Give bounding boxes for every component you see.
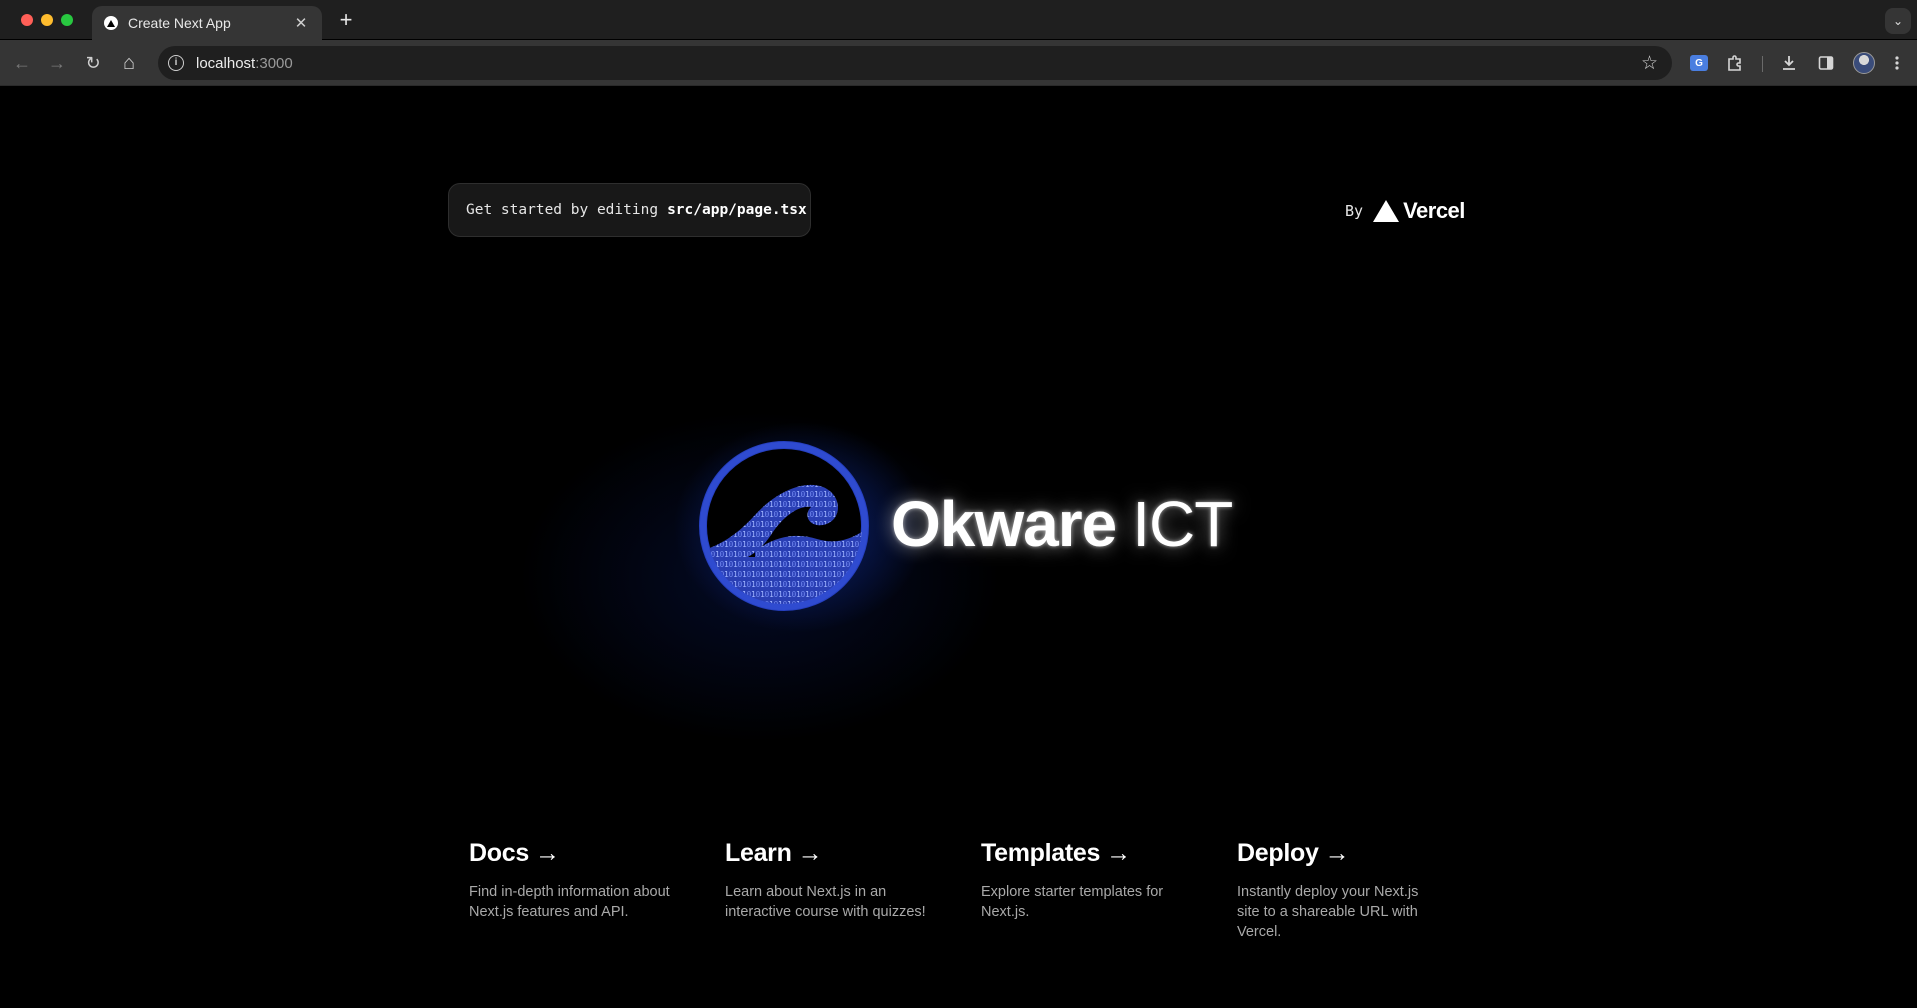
vercel-wordmark: Vercel	[1403, 198, 1465, 223]
puzzle-icon	[1728, 55, 1741, 71]
home-icon: ⌂	[122, 51, 136, 74]
get-started-hint: Get started by editing src/app/page.tsx	[448, 183, 811, 237]
tab-close-icon[interactable]: ✕	[292, 14, 310, 32]
brand-title: Okware ICT	[891, 487, 1233, 567]
extensions-button[interactable]	[1723, 51, 1747, 75]
card-docs[interactable]: Docs → Find in-depth information about Ne…	[452, 829, 692, 969]
arrow-left-icon: ←	[13, 52, 31, 73]
tab-search-button[interactable]: ⌄	[1885, 8, 1911, 34]
card-title-text: Learn	[725, 839, 792, 867]
reload-button[interactable]: ↻	[81, 51, 105, 75]
card-title: Learn →	[725, 839, 931, 868]
page-viewport: Get started by editing src/app/page.tsx …	[0, 87, 1917, 1008]
translate-button[interactable]: G	[1687, 51, 1711, 75]
card-title: Templates →	[981, 839, 1187, 868]
card-description: Explore starter templates for Next.js.	[981, 884, 1164, 920]
toolbar-separator	[1762, 56, 1763, 72]
card-description: Find in-depth information about Next.js …	[469, 884, 670, 920]
url-host: localhost	[196, 54, 256, 72]
by-vercel-link[interactable]: By Vercel	[1345, 196, 1465, 226]
card-description: Instantly deploy your Next.js site to a …	[1237, 884, 1419, 940]
translate-icon: G	[1690, 55, 1708, 71]
card-title-text: Templates	[981, 839, 1101, 867]
card-templates[interactable]: Templates → Explore starter templates for…	[964, 829, 1204, 969]
browser-tab[interactable]: Create Next App ✕	[92, 6, 322, 40]
arrow-right-icon: →	[797, 839, 823, 867]
card-description: Learn about Next.js in an interactive co…	[725, 884, 926, 920]
browser-toolbar: ← → ↻ ⌂ i localhost :3000 ☆ G	[0, 40, 1917, 86]
new-tab-button[interactable]: +	[334, 8, 358, 32]
sidebar-icon	[1818, 56, 1834, 70]
reload-icon: ↻	[85, 52, 101, 73]
by-label: By	[1345, 202, 1364, 220]
get-started-text: Get started by editing	[466, 202, 659, 218]
card-learn[interactable]: Learn → Learn about Next.js in an interac…	[708, 829, 948, 969]
card-title-text: Docs	[469, 839, 529, 867]
site-info-icon[interactable]: i	[168, 55, 184, 71]
arrow-right-icon: →	[1324, 839, 1350, 867]
card-deploy[interactable]: Deploy → Instantly deploy your Next.js si…	[1220, 829, 1460, 969]
wave-logo-icon: 1 0	[699, 441, 869, 611]
card-title: Deploy →	[1237, 839, 1443, 868]
address-bar[interactable]: i localhost :3000 ☆	[158, 46, 1672, 80]
arrow-right-icon: →	[48, 52, 66, 73]
back-button[interactable]: ←	[10, 51, 34, 75]
profile-avatar[interactable]	[1853, 52, 1875, 74]
tab-title: Create Next App	[128, 15, 231, 31]
home-button[interactable]: ⌂	[117, 51, 141, 75]
card-title-text: Deploy	[1237, 839, 1319, 867]
arrow-right-icon: →	[534, 839, 560, 867]
url-port: :3000	[255, 54, 293, 72]
vercel-logo-icon	[1373, 200, 1400, 222]
vercel-favicon-icon	[104, 16, 118, 30]
brand-secondary: ICT	[1132, 488, 1233, 560]
side-panel-button[interactable]	[1814, 51, 1838, 75]
chevron-down-icon: ⌄	[1892, 14, 1904, 28]
card-title: Docs →	[469, 839, 675, 868]
more-vertical-icon	[1895, 56, 1899, 70]
resource-cards: Docs → Find in-depth information about Ne…	[452, 829, 1472, 969]
maximize-window-button[interactable]	[61, 14, 73, 26]
file-path-code: src/app/page.tsx	[667, 202, 807, 218]
okware-logo-mark: 1 0	[697, 439, 871, 613]
bookmark-star-icon[interactable]: ☆	[1641, 52, 1658, 75]
arrow-right-icon: →	[1106, 839, 1131, 867]
minimize-window-button[interactable]	[41, 14, 53, 26]
tab-strip: Create Next App ✕ + ⌄	[0, 0, 1917, 40]
brand-primary: Okware	[891, 488, 1117, 560]
forward-button[interactable]: →	[45, 51, 69, 75]
downloads-button[interactable]	[1777, 51, 1801, 75]
download-icon	[1783, 56, 1795, 70]
close-window-button[interactable]	[21, 14, 33, 26]
more-menu-button[interactable]	[1885, 51, 1909, 75]
